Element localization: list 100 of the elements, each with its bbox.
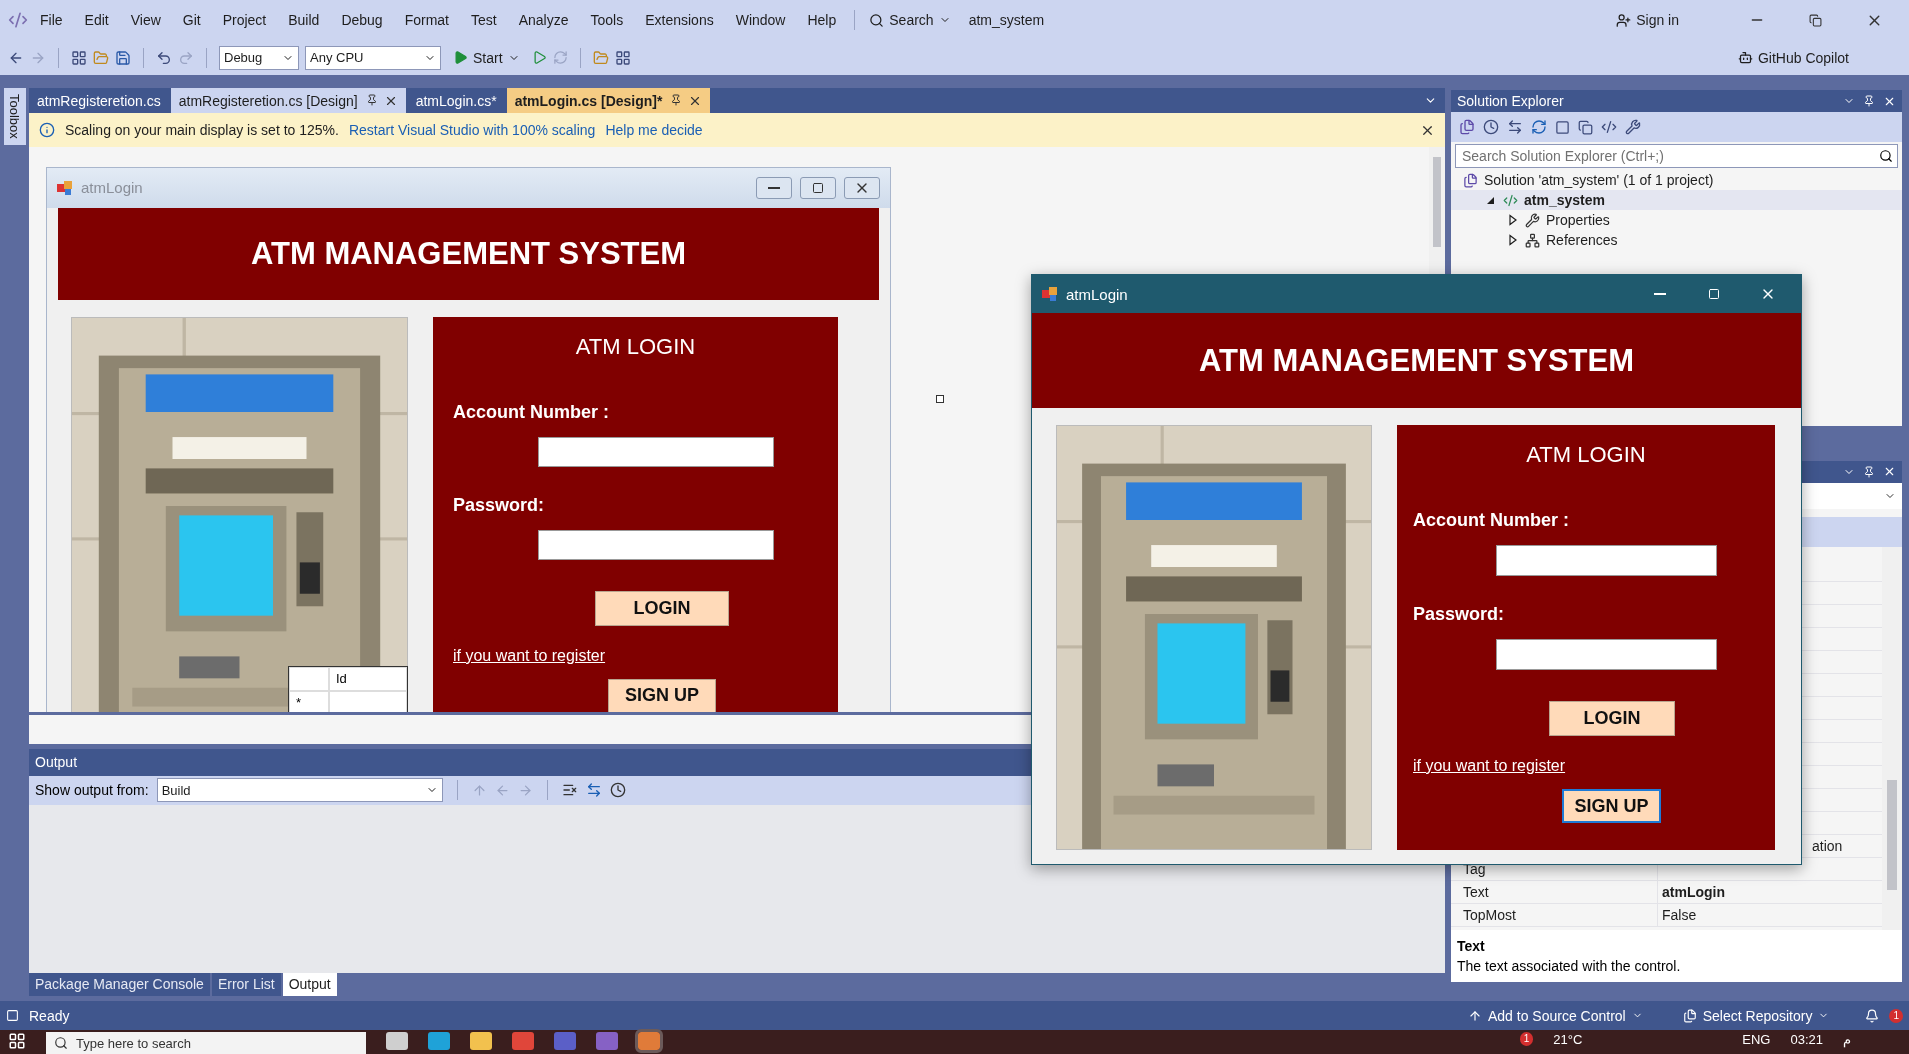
sign-in-button[interactable]: Sign in <box>1610 10 1685 30</box>
close-button[interactable] <box>844 176 880 199</box>
robot-icon <box>1737 50 1753 65</box>
language-indicator[interactable]: ENG <box>1742 1032 1771 1047</box>
maximize-button[interactable] <box>800 176 836 199</box>
copy-icon[interactable] <box>1578 119 1593 135</box>
search-icon <box>869 12 885 28</box>
configuration-dropdown[interactable]: Debug <box>219 45 299 70</box>
clock-icon[interactable] <box>609 782 626 799</box>
account-label: Account Number : <box>453 400 610 423</box>
weather-badge: 1 <box>1519 1032 1534 1046</box>
output-source-label: Show output from: <box>35 782 149 799</box>
solution-name: atm_system <box>967 11 1046 30</box>
platform-dropdown[interactable]: Any CPU <box>305 45 441 70</box>
account-field[interactable] <box>1496 545 1717 576</box>
menu-item[interactable]: Build <box>278 8 330 32</box>
minimize-button[interactable] <box>756 176 792 199</box>
password-field[interactable] <box>538 529 774 560</box>
resize-handle[interactable] <box>936 394 944 403</box>
run-icon[interactable] <box>531 50 547 65</box>
toolbox-tab[interactable]: Toolbox <box>3 88 26 145</box>
header-banner: ATM MANAGEMENT SYSTEM <box>58 207 879 300</box>
menu-item[interactable]: Help <box>797 8 847 32</box>
menu-item[interactable]: File <box>30 8 73 32</box>
document-tab[interactable]: atmRegisteretion.cs [Design] <box>170 88 406 114</box>
scrollbar-thumb[interactable] <box>1887 780 1897 890</box>
login-button[interactable]: LOGIN <box>595 590 729 626</box>
tree-item[interactable]: atm_system <box>1451 190 1902 210</box>
switch-view-icon[interactable] <box>1459 119 1475 135</box>
form-title: atmLogin <box>81 179 143 197</box>
wrench-icon[interactable] <box>1625 119 1641 135</box>
layout-icon[interactable] <box>614 49 631 66</box>
pin-icon[interactable] <box>1863 95 1875 107</box>
collapsed-arrow-icon[interactable] <box>1507 234 1519 246</box>
copilot-button[interactable]: GitHub Copilot <box>1731 47 1855 68</box>
pin-icon[interactable] <box>670 93 683 108</box>
document-tab[interactable]: atmLogin.cs [Design]* <box>506 88 711 114</box>
undo-icon[interactable] <box>156 49 172 66</box>
code-icon[interactable] <box>1601 119 1617 135</box>
account-label: Account Number : <box>1413 509 1570 531</box>
header-banner: ATM MANAGEMENT SYSTEM <box>1032 313 1801 408</box>
register-link[interactable]: if you want to register <box>453 645 606 666</box>
info-icon <box>39 122 55 139</box>
menu-item[interactable]: Test <box>461 8 507 32</box>
word-wrap-icon[interactable] <box>585 782 602 799</box>
signup-button[interactable]: SIGN UP <box>1562 789 1661 823</box>
panel-tab[interactable]: Package Manager Console <box>29 973 210 996</box>
panel-tab[interactable]: Output <box>282 973 337 996</box>
sync-icon[interactable] <box>1507 119 1523 135</box>
references-icon <box>1525 232 1540 248</box>
property-value[interactable]: False <box>1662 906 1697 923</box>
collapsed-arrow-icon[interactable] <box>1507 214 1519 226</box>
history-icon[interactable] <box>1483 119 1499 135</box>
menu-item[interactable]: View <box>120 8 171 32</box>
menu-item[interactable]: Tools <box>580 8 634 32</box>
signup-button[interactable]: SIGN UP <box>608 678 716 712</box>
menu-item[interactable]: Edit <box>74 8 119 32</box>
tree-item[interactable]: Solution 'atm_system' (1 of 1 project) <box>1451 170 1902 190</box>
refresh-icon[interactable] <box>1531 119 1547 135</box>
login-button[interactable]: LOGIN <box>1549 701 1675 736</box>
menu-item[interactable]: Debug <box>331 8 393 32</box>
minimize-icon <box>768 186 780 189</box>
tree-item[interactable]: Properties <box>1451 210 1902 230</box>
repository-icon <box>1682 1008 1697 1023</box>
property-value[interactable]: ation <box>1812 837 1843 854</box>
menu-item[interactable]: Git <box>172 8 211 32</box>
column-header: Id <box>329 666 407 691</box>
menu-item[interactable]: Analyze <box>508 8 579 32</box>
source-control-button[interactable]: Add to Source Control <box>1467 1007 1643 1024</box>
pin-icon[interactable] <box>1863 465 1875 478</box>
pin-icon[interactable] <box>365 93 378 108</box>
windows-icon[interactable] <box>8 1032 26 1050</box>
person-icon <box>1616 12 1632 28</box>
menu-item[interactable]: Format <box>394 8 459 32</box>
repository-button[interactable]: Select Repository <box>1682 1007 1830 1024</box>
menu-item[interactable]: Extensions <box>635 8 724 32</box>
search-button[interactable]: Search <box>863 10 957 30</box>
menu-item[interactable]: Window <box>725 8 796 32</box>
info-link[interactable]: Help me decide <box>605 122 703 139</box>
restore-icon[interactable] <box>1809 13 1822 27</box>
menu-item[interactable]: Project <box>212 8 277 32</box>
wrench-icon <box>1525 212 1540 228</box>
new-item-icon[interactable] <box>71 49 87 66</box>
notification-count: 1 <box>1889 1008 1903 1023</box>
search-box[interactable]: Search Solution Explorer (Ctrl+;) <box>1455 144 1898 168</box>
search-icon <box>1879 149 1893 163</box>
tree-item[interactable]: References <box>1451 230 1902 250</box>
taskbar-search-field[interactable]: Type here to search <box>46 1032 366 1054</box>
scrollbar-thumb[interactable] <box>1433 156 1441 247</box>
search-field[interactable]: Search Solution Explorer (Ctrl+;) <box>1460 147 1879 165</box>
bell-icon[interactable] <box>1865 1008 1880 1023</box>
password-field[interactable] <box>1496 639 1717 670</box>
info-link[interactable]: Restart Visual Studio with 100% scaling <box>348 122 596 139</box>
start-button[interactable]: Start <box>447 47 526 68</box>
account-field[interactable] <box>538 436 774 467</box>
save-icon[interactable] <box>115 49 131 66</box>
output-source-dropdown[interactable]: Build <box>156 778 443 803</box>
property-value[interactable]: atmLogin <box>1662 883 1725 900</box>
panel-tab[interactable]: Error List <box>211 973 281 996</box>
login-title: ATM LOGIN <box>1525 441 1647 469</box>
